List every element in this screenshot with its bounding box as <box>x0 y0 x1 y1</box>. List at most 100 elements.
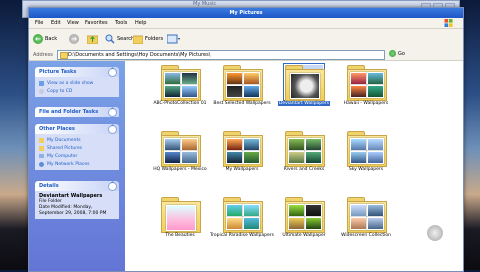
my-computer-icon <box>39 153 44 158</box>
folder-item[interactable]: Best Selected Wallpapers <box>207 61 277 123</box>
menu-edit[interactable]: Edit <box>51 20 61 26</box>
go-label: Go <box>398 50 405 57</box>
windows-logo-icon <box>444 19 453 27</box>
folder-icon <box>285 197 325 233</box>
title-bar[interactable]: My Pictures <box>29 8 463 18</box>
folder-label: HQ Wallpapers - Mexico <box>153 167 207 172</box>
folder-icon <box>223 65 263 101</box>
folder-icon <box>347 131 387 167</box>
folder-icon <box>347 197 387 233</box>
expand-chevron-icon[interactable] <box>108 107 117 117</box>
folder-icon <box>60 52 68 59</box>
folder-item[interactable]: Rivers and Creeks <box>269 127 339 189</box>
shared-pictures-icon <box>39 145 44 151</box>
folder-icon <box>223 197 263 233</box>
network-icon <box>39 161 44 167</box>
collapse-chevron-icon[interactable] <box>108 124 117 134</box>
search-icon <box>105 34 115 44</box>
slideshow-icon <box>39 80 44 86</box>
forward-button[interactable]: → <box>69 33 79 45</box>
menu-file[interactable]: File <box>35 20 43 26</box>
folder-label: My Wallpapers <box>225 167 259 172</box>
my-computer-link[interactable]: My Computer <box>39 152 115 160</box>
folder-label: ABC-PhotoCollection 01 <box>153 101 207 106</box>
folder-item[interactable]: HQ Wallpapers - Mexico <box>145 127 215 189</box>
search-label: Search <box>117 36 135 42</box>
my-network-places-link[interactable]: My Network Places <box>39 160 115 168</box>
view-slideshow-link[interactable]: View as a slide show <box>39 79 115 87</box>
up-folder-button[interactable] <box>87 33 98 45</box>
details-header[interactable]: Details <box>35 181 119 191</box>
menu-tools[interactable]: Tools <box>115 20 127 26</box>
details-panel: Details Deviantart Wallpapers File Folde… <box>35 181 119 219</box>
task-pane: Picture Tasks View as a slide show Copy … <box>29 61 125 271</box>
my-documents-label: My Documents <box>47 137 81 143</box>
collapse-chevron-icon[interactable] <box>108 67 117 77</box>
picture-tasks-header[interactable]: Picture Tasks <box>35 67 119 77</box>
menu-help[interactable]: Help <box>135 20 146 26</box>
folder-item[interactable]: The Beauties <box>145 193 215 255</box>
file-tasks-title: File and Folder Tasks <box>39 109 99 115</box>
search-button[interactable]: Search <box>105 33 134 45</box>
folder-label: Deviantart Wallpapers <box>277 101 331 106</box>
menu-view[interactable]: View <box>67 20 79 26</box>
my-documents-icon <box>39 137 44 143</box>
folder-label: Best Selected Wallpapers <box>213 101 271 106</box>
views-icon <box>167 34 180 44</box>
collapse-chevron-icon[interactable] <box>108 181 117 191</box>
views-button[interactable] <box>167 33 181 45</box>
shared-pictures-link[interactable]: Shared Pictures <box>39 144 115 152</box>
folder-label: The Beauties <box>165 233 195 238</box>
my-computer-label: My Computer <box>47 153 78 159</box>
menu-favorites[interactable]: Favorites <box>85 20 108 26</box>
copy-to-cd-label: Copy to CD <box>47 88 73 94</box>
other-places-title: Other Places <box>39 126 75 132</box>
back-arrow-icon: ← <box>33 34 43 44</box>
folder-icon <box>347 65 387 101</box>
copy-to-cd-link[interactable]: Copy to CD <box>39 87 115 95</box>
address-value: D:\Documents and Settings\Hoy Documents\… <box>68 52 211 58</box>
details-title: Details <box>39 183 59 189</box>
go-arrow-icon <box>389 50 396 57</box>
folder-item[interactable]: Tropical Paradise Wallpapers <box>207 193 277 255</box>
folder-item[interactable]: Widescreen Collection <box>331 193 401 255</box>
folder-item[interactable]: Sky Wallpapers <box>331 127 401 189</box>
my-documents-link[interactable]: My Documents <box>39 136 115 144</box>
folder-item[interactable]: ABC-PhotoCollection 01 <box>145 61 215 123</box>
folder-item[interactable]: My Wallpapers <box>207 127 277 189</box>
up-folder-icon <box>87 35 98 44</box>
other-places-header[interactable]: Other Places <box>35 124 119 134</box>
back-label: Back <box>45 36 58 42</box>
folder-icon <box>285 131 325 167</box>
folder-label: Tropical Paradise Wallpapers <box>210 233 274 238</box>
folder-icon <box>283 63 325 101</box>
explorer-window: My Pictures File Edit View Favorites Too… <box>28 7 464 272</box>
go-button[interactable]: Go <box>389 50 405 57</box>
details-date: September 29, 2008, 7:00 PM <box>39 211 107 216</box>
folder-icon <box>161 65 201 101</box>
folder-icon <box>161 131 201 167</box>
address-field[interactable]: D:\Documents and Settings\Hoy Documents\… <box>57 50 385 60</box>
folder-item[interactable]: Hawaii - Wallpapers <box>331 61 401 123</box>
my-network-places-label: My Network Places <box>47 161 90 167</box>
picture-tasks-panel: Picture Tasks View as a slide show Copy … <box>35 67 119 97</box>
folders-label: Folders <box>145 36 164 42</box>
folders-icon <box>133 35 143 44</box>
folder-icon <box>223 131 263 167</box>
file-tasks-header[interactable]: File and Folder Tasks <box>35 107 119 117</box>
recycle-bin-icon[interactable] <box>427 225 443 241</box>
folder-item[interactable]: Ultimate Wallpaper <box>269 193 339 255</box>
folder-label: Sky Wallpapers <box>348 167 384 172</box>
folder-icon <box>161 197 201 233</box>
folder-label: Widescreen Collection <box>341 233 391 238</box>
forward-arrow-icon: → <box>69 34 79 44</box>
folder-item-selected[interactable]: Deviantart Wallpapers <box>269 61 339 123</box>
folders-button[interactable]: Folders <box>133 33 163 45</box>
address-label: Address <box>33 52 53 58</box>
shared-pictures-label: Shared Pictures <box>47 145 83 151</box>
cd-icon <box>39 88 44 94</box>
file-tasks-panel: File and Folder Tasks <box>35 107 119 117</box>
back-button[interactable]: ← Back <box>33 33 57 45</box>
folder-label: Rivers and Creeks <box>283 167 325 172</box>
address-bar: Address D:\Documents and Settings\Hoy Do… <box>29 49 463 61</box>
